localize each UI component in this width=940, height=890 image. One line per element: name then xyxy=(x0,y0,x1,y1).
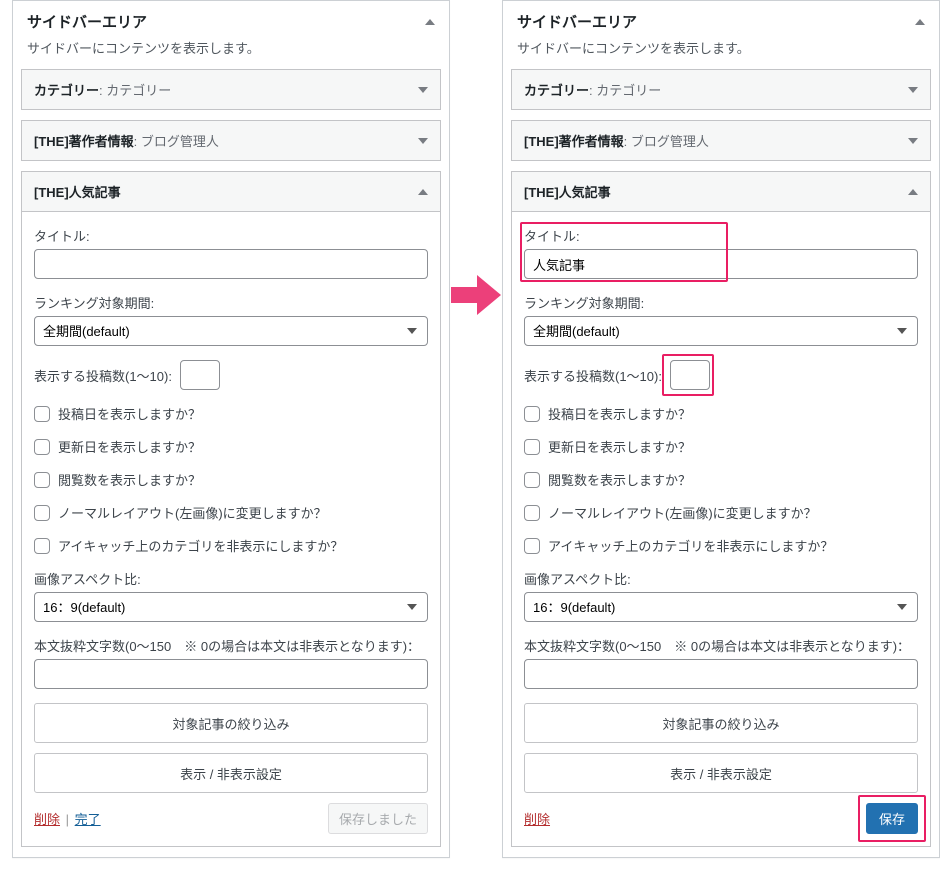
checkbox-date-label: 投稿日を表示しますか？ xyxy=(548,404,691,423)
panel-description: サイドバーにコンテンツを表示します。 xyxy=(13,34,449,69)
excerpt-label: 本文抜粋文字数(0〜150 ※ 0の場合は本文は非表示となります)： xyxy=(524,636,918,655)
widget-category: カテゴリー: カテゴリー xyxy=(21,69,441,110)
save-button[interactable]: 保存 xyxy=(866,803,918,834)
checkbox-eyecatch[interactable] xyxy=(524,538,540,554)
period-select[interactable]: 全期間(default) xyxy=(524,316,918,346)
widget-author-title: [THE]著作者情報: ブログ管理人 xyxy=(524,131,709,150)
delete-link[interactable]: 削除 xyxy=(34,812,60,827)
title-input[interactable] xyxy=(34,249,428,279)
checkbox-update[interactable] xyxy=(34,439,50,455)
collapse-icon[interactable] xyxy=(425,19,435,25)
widget-category-title: カテゴリー: カテゴリー xyxy=(34,80,171,99)
widget-author-head[interactable]: [THE]著作者情報: ブログ管理人 xyxy=(22,121,440,160)
checkbox-eyecatch-label: アイキャッチ上のカテゴリを非表示にしますか？ xyxy=(58,536,343,555)
period-select[interactable]: 全期間(default) xyxy=(34,316,428,346)
done-link[interactable]: 完了 xyxy=(75,812,101,827)
widget-author-title: [THE]著作者情報: ブログ管理人 xyxy=(34,131,219,150)
panel-header[interactable]: サイドバーエリア xyxy=(13,1,449,34)
widget-category-title: カテゴリー: カテゴリー xyxy=(524,80,661,99)
count-input[interactable] xyxy=(670,360,710,390)
excerpt-label: 本文抜粋文字数(0〜150 ※ 0の場合は本文は非表示となります)： xyxy=(34,636,428,655)
widget-category-head[interactable]: カテゴリー: カテゴリー xyxy=(22,70,440,109)
filter-button[interactable]: 対象記事の絞り込み xyxy=(34,703,428,743)
chevron-up-icon[interactable] xyxy=(418,189,428,195)
filter-button[interactable]: 対象記事の絞り込み xyxy=(524,703,918,743)
widget-actions: 削除 | 完了 xyxy=(34,809,101,828)
title-input[interactable] xyxy=(524,249,918,279)
checkbox-date[interactable] xyxy=(34,406,50,422)
widget-popular-body: タイトル: ランキング対象期間: 全期間(default) 表示する投稿数(1〜… xyxy=(22,212,440,846)
count-label: 表示する投稿数(1〜10): xyxy=(524,366,662,385)
widget-popular-body: タイトル: ランキング対象期間: 全期間(default) 表示する投稿数(1〜… xyxy=(512,212,930,846)
widget-popular: [THE]人気記事 タイトル: ランキング対象期間: 全期間(default) … xyxy=(511,171,931,847)
widget-category: カテゴリー: カテゴリー xyxy=(511,69,931,110)
panel-header[interactable]: サイドバーエリア xyxy=(503,1,939,34)
checkbox-layout-label: ノーマルレイアウト(左画像)に変更しますか？ xyxy=(58,503,327,522)
widget-popular-head[interactable]: [THE]人気記事 xyxy=(22,172,440,212)
checkbox-update-label: 更新日を表示しますか？ xyxy=(548,437,691,456)
checkbox-views-label: 閲覧数を表示しますか？ xyxy=(548,470,691,489)
checkbox-date[interactable] xyxy=(524,406,540,422)
checkbox-update-label: 更新日を表示しますか？ xyxy=(58,437,201,456)
title-label: タイトル: xyxy=(524,226,918,245)
arrow-icon xyxy=(448,267,504,323)
saved-button: 保存しました xyxy=(328,803,428,834)
widget-author: [THE]著作者情報: ブログ管理人 xyxy=(511,120,931,161)
sidebar-area-panel-before: サイドバーエリア サイドバーにコンテンツを表示します。 カテゴリー: カテゴリー… xyxy=(12,0,450,858)
chevron-down-icon[interactable] xyxy=(908,87,918,93)
widget-popular-title: [THE]人気記事 xyxy=(524,182,611,201)
aspect-select[interactable]: 16：9(default) xyxy=(524,592,918,622)
chevron-down-icon[interactable] xyxy=(908,138,918,144)
excerpt-input[interactable] xyxy=(34,659,428,689)
widget-author: [THE]著作者情報: ブログ管理人 xyxy=(21,120,441,161)
period-label: ランキング対象期間: xyxy=(524,293,918,312)
period-label: ランキング対象期間: xyxy=(34,293,428,312)
sidebar-area-panel-after: サイドバーエリア サイドバーにコンテンツを表示します。 カテゴリー: カテゴリー… xyxy=(502,0,940,858)
widget-actions: 削除 xyxy=(524,809,550,828)
checkbox-date-label: 投稿日を表示しますか？ xyxy=(58,404,201,423)
panel-title: サイドバーエリア xyxy=(27,11,147,32)
excerpt-input[interactable] xyxy=(524,659,918,689)
widget-popular-title: [THE]人気記事 xyxy=(34,182,121,201)
checkbox-views-label: 閲覧数を表示しますか？ xyxy=(58,470,201,489)
aspect-label: 画像アスペクト比: xyxy=(524,569,918,588)
aspect-label: 画像アスペクト比: xyxy=(34,569,428,588)
checkbox-update[interactable] xyxy=(524,439,540,455)
widget-author-head[interactable]: [THE]著作者情報: ブログ管理人 xyxy=(512,121,930,160)
chevron-down-icon[interactable] xyxy=(418,138,428,144)
widget-popular: [THE]人気記事 タイトル: ランキング対象期間: 全期間(default) … xyxy=(21,171,441,847)
visibility-button[interactable]: 表示 / 非表示設定 xyxy=(34,753,428,793)
widget-category-head[interactable]: カテゴリー: カテゴリー xyxy=(512,70,930,109)
checkbox-views[interactable] xyxy=(524,472,540,488)
panel-title: サイドバーエリア xyxy=(517,11,637,32)
checkbox-layout[interactable] xyxy=(524,505,540,521)
checkbox-layout-label: ノーマルレイアウト(左画像)に変更しますか？ xyxy=(548,503,817,522)
widget-popular-head[interactable]: [THE]人気記事 xyxy=(512,172,930,212)
chevron-down-icon[interactable] xyxy=(418,87,428,93)
panel-description: サイドバーにコンテンツを表示します。 xyxy=(503,34,939,69)
chevron-up-icon[interactable] xyxy=(908,189,918,195)
checkbox-eyecatch[interactable] xyxy=(34,538,50,554)
count-label: 表示する投稿数(1〜10): xyxy=(34,366,172,385)
collapse-icon[interactable] xyxy=(915,19,925,25)
title-label: タイトル: xyxy=(34,226,428,245)
count-input[interactable] xyxy=(180,360,220,390)
delete-link[interactable]: 削除 xyxy=(524,812,550,827)
aspect-select[interactable]: 16：9(default) xyxy=(34,592,428,622)
checkbox-views[interactable] xyxy=(34,472,50,488)
checkbox-eyecatch-label: アイキャッチ上のカテゴリを非表示にしますか？ xyxy=(548,536,833,555)
visibility-button[interactable]: 表示 / 非表示設定 xyxy=(524,753,918,793)
checkbox-layout[interactable] xyxy=(34,505,50,521)
